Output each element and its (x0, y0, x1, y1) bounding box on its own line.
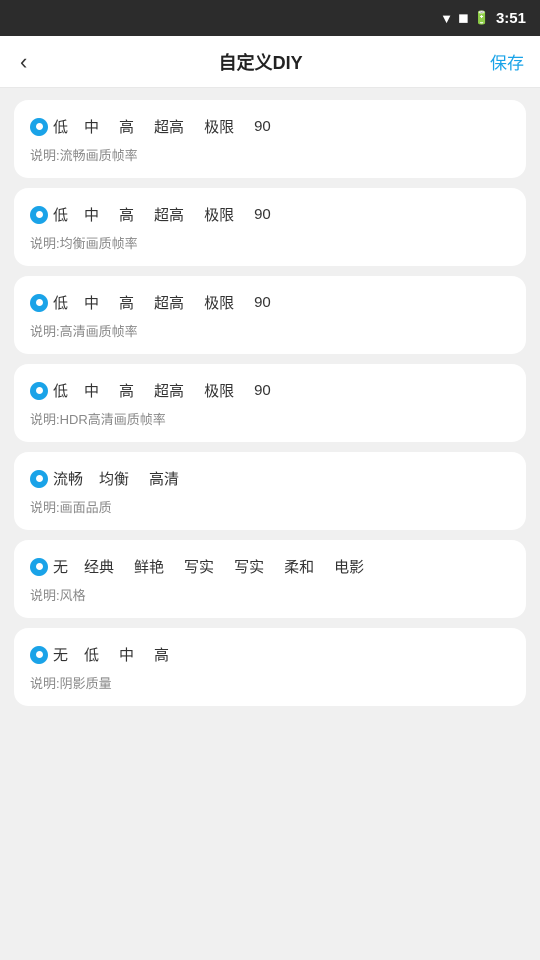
card-fps-balance-label-3[interactable]: 超高 (144, 204, 194, 225)
card-fps-balance-description: 说明:均衡画质帧率 (30, 233, 510, 252)
card-fps-hd-description: 说明:高清画质帧率 (30, 321, 510, 340)
status-icons: ▼ ◼ 🔋 (440, 10, 490, 26)
card-shadow-option-0[interactable]: 无 (30, 644, 74, 665)
card-style-radio-0 (30, 558, 48, 576)
card-fps-smooth-label-0: 低 (50, 116, 74, 137)
card-style-description: 说明:风格 (30, 585, 510, 604)
card-fps-hdr-label-3[interactable]: 超高 (144, 380, 194, 401)
card-fps-smooth-option-0[interactable]: 低 (30, 116, 74, 137)
card-fps-hdr-label-0: 低 (50, 380, 74, 401)
status-time: 3:51 (496, 10, 526, 27)
card-fps-hd-label-4[interactable]: 极限 (194, 292, 244, 313)
card-shadow-options-row: 无低中高 (30, 644, 510, 665)
card-fps-balance-label-1[interactable]: 中 (74, 204, 109, 225)
card-quality-label-2[interactable]: 高清 (139, 468, 189, 489)
card-quality: 流畅均衡高清说明:画面品质 (14, 452, 526, 530)
card-fps-smooth-options-row: 低中高超高极限90 (30, 116, 510, 137)
card-fps-smooth-label-4[interactable]: 极限 (194, 116, 244, 137)
card-style-label-4[interactable]: 写实 (224, 556, 274, 577)
battery-icon: 🔋 (474, 10, 490, 26)
card-fps-smooth-label-1[interactable]: 中 (74, 116, 109, 137)
content-area: 低中高超高极限90说明:流畅画质帧率低中高超高极限90说明:均衡画质帧率低中高超… (0, 88, 540, 718)
card-fps-balance-label-4[interactable]: 极限 (194, 204, 244, 225)
header: ‹ 自定义DIY 保存 (0, 36, 540, 88)
card-quality-options-row: 流畅均衡高清 (30, 468, 510, 489)
card-fps-hd-label-1[interactable]: 中 (74, 292, 109, 313)
card-fps-smooth-radio-0 (30, 118, 48, 136)
card-fps-smooth: 低中高超高极限90 说明:流畅画质帧率 (14, 100, 526, 178)
card-fps-balance-label-2[interactable]: 高 (109, 204, 144, 225)
card-quality-option-0[interactable]: 流畅 (30, 468, 89, 489)
card-style: 无经典鲜艳写实写实柔和电影说明:风格 (14, 540, 526, 618)
card-fps-smooth-description: 说明:流畅画质帧率 (30, 145, 510, 164)
card-fps-hd: 低中高超高极限90 说明:高清画质帧率 (14, 276, 526, 354)
card-fps-hdr-label-5[interactable]: 90 (244, 382, 281, 399)
card-shadow-radio-0 (30, 646, 48, 664)
back-button[interactable]: ‹ (16, 45, 31, 79)
card-fps-hd-option-0[interactable]: 低 (30, 292, 74, 313)
card-fps-hdr-options-row: 低中高超高极限90 (30, 380, 510, 401)
card-fps-balance-options-row: 低中高超高极限90 (30, 204, 510, 225)
card-fps-hd-label-5[interactable]: 90 (244, 294, 281, 311)
card-fps-hdr-radio-0 (30, 382, 48, 400)
card-shadow-label-2[interactable]: 中 (109, 644, 144, 665)
card-fps-balance-radio-0 (30, 206, 48, 224)
card-fps-hd-label-3[interactable]: 超高 (144, 292, 194, 313)
card-fps-balance-label-0: 低 (50, 204, 74, 225)
card-fps-hdr-description: 说明:HDR高清画质帧率 (30, 409, 510, 428)
card-style-label-5[interactable]: 柔和 (274, 556, 324, 577)
card-fps-hdr-label-1[interactable]: 中 (74, 380, 109, 401)
card-shadow-label-1[interactable]: 低 (74, 644, 109, 665)
card-quality-label-0: 流畅 (50, 468, 89, 489)
card-fps-smooth-label-5[interactable]: 90 (244, 118, 281, 135)
card-fps-hdr: 低中高超高极限90 说明:HDR高清画质帧率 (14, 364, 526, 442)
card-style-label-6[interactable]: 电影 (324, 556, 374, 577)
card-fps-hdr-option-0[interactable]: 低 (30, 380, 74, 401)
card-quality-radio-0 (30, 470, 48, 488)
save-button[interactable]: 保存 (490, 49, 524, 74)
card-style-options-row: 无经典鲜艳写实写实柔和电影 (30, 556, 510, 577)
card-shadow-description: 说明:阴影质量 (30, 673, 510, 692)
card-style-label-0: 无 (50, 556, 74, 577)
card-fps-hd-label-2[interactable]: 高 (109, 292, 144, 313)
card-shadow-label-3[interactable]: 高 (144, 644, 179, 665)
card-fps-balance-label-5[interactable]: 90 (244, 206, 281, 223)
card-style-label-1[interactable]: 经典 (74, 556, 124, 577)
card-quality-description: 说明:画面品质 (30, 497, 510, 516)
status-bar: ▼ ◼ 🔋 3:51 (0, 0, 540, 36)
card-fps-smooth-label-3[interactable]: 超高 (144, 116, 194, 137)
card-fps-hd-radio-0 (30, 294, 48, 312)
card-fps-balance: 低中高超高极限90 说明:均衡画质帧率 (14, 188, 526, 266)
card-style-option-0[interactable]: 无 (30, 556, 74, 577)
page-title: 自定义DIY (219, 49, 303, 75)
card-fps-balance-option-0[interactable]: 低 (30, 204, 74, 225)
card-quality-label-1[interactable]: 均衡 (89, 468, 139, 489)
signal-icon: ◼ (458, 10, 469, 26)
card-fps-hd-options-row: 低中高超高极限90 (30, 292, 510, 313)
card-fps-hdr-label-2[interactable]: 高 (109, 380, 144, 401)
card-shadow: 无低中高说明:阴影质量 (14, 628, 526, 706)
card-style-label-2[interactable]: 鲜艳 (124, 556, 174, 577)
card-shadow-label-0: 无 (50, 644, 74, 665)
card-style-label-3[interactable]: 写实 (174, 556, 224, 577)
card-fps-hdr-label-4[interactable]: 极限 (194, 380, 244, 401)
card-fps-smooth-label-2[interactable]: 高 (109, 116, 144, 137)
wifi-icon: ▼ (440, 11, 453, 26)
card-fps-hd-label-0: 低 (50, 292, 74, 313)
